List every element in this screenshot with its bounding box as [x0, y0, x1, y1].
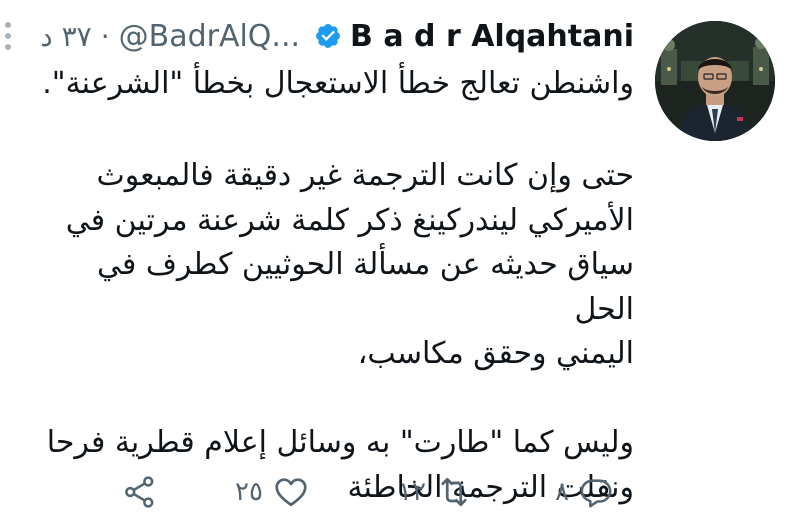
tweet-text-line: سياق حديثه عن مسألة الحوثيين كطرف في الح… — [96, 247, 634, 327]
reply-button[interactable]: ٨ — [555, 470, 613, 514]
avatar[interactable] — [655, 21, 775, 141]
tweet-header: ٣٧ د · @BadrAlQ... B a d r Alqahtani — [0, 14, 634, 58]
tweet-text-line: الأميركي ليندركينغ ذكر كلمة شرعنة مرتين … — [65, 202, 634, 238]
tweet-actions: ٨ ١٢ ٢٥ — [0, 470, 800, 514]
tweet-text-line: اليمني وحقق مكاسب، — [357, 336, 634, 371]
reply-count: ٨ — [555, 477, 569, 507]
tweet-time[interactable]: ٣٧ د — [40, 20, 91, 53]
retweet-count: ١٢ — [398, 477, 426, 507]
reply-icon — [580, 479, 612, 508]
tweet-text-line: وليس كما "طارت" به وسائل إعلام قطرية فرح… — [46, 425, 634, 460]
retweet-icon — [441, 477, 467, 507]
avatar-image — [655, 21, 775, 141]
author-name[interactable]: B a d r Alqahtani — [350, 19, 634, 54]
share-icon — [125, 476, 154, 508]
tweet-text: واشنطن تعالج خطأ الاستعجال بخطأ "الشرعنة… — [34, 62, 634, 510]
separator-dot: · — [100, 19, 110, 53]
like-count: ٢٥ — [235, 477, 263, 507]
more-vertical-icon[interactable] — [0, 16, 18, 56]
heart-icon — [275, 478, 307, 507]
retweet-button[interactable]: ١٢ — [398, 470, 472, 514]
verified-badge-icon — [316, 24, 340, 48]
like-button[interactable]: ٢٥ — [235, 470, 309, 514]
tweet-text-line: واشنطن تعالج خطأ الاستعجال بخطأ "الشرعنة… — [42, 66, 634, 101]
author-handle[interactable]: @BadrAlQ... — [119, 19, 300, 54]
tweet-text-line: حتى وإن كانت الترجمة غير دقيقة فالمبعوث — [96, 158, 635, 193]
share-button[interactable] — [122, 470, 158, 514]
tweet[interactable]: ٣٧ د · @BadrAlQ... B a d r Alqahtani واش… — [0, 0, 800, 526]
